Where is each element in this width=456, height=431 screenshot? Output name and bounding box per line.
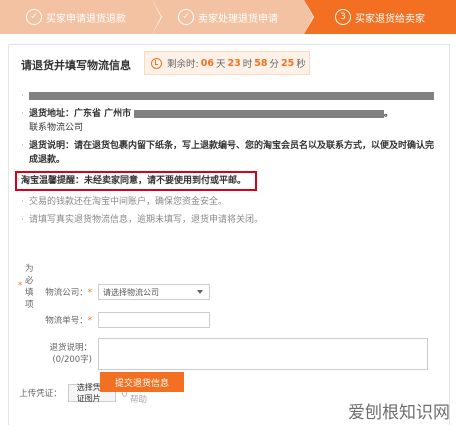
step-1-label: 买家申请退货退款 <box>46 13 126 25</box>
tracking-number-input[interactable] <box>98 312 210 328</box>
watermark: 爱刨根知识网 <box>348 403 450 423</box>
step-3: 3 买家退货给卖家 <box>304 0 456 34</box>
tip-fill-info: 请填写真实退货物流信息，逾期未填写，退货申请将关闭。 <box>21 213 441 227</box>
page-title: 请退货并填写物流信息 <box>21 59 131 72</box>
return-description-textarea[interactable] <box>98 338 428 370</box>
address-label: 退货地址： <box>29 109 75 119</box>
timer-day-unit: 天 <box>215 59 226 70</box>
return-address: 退货地址：广东省 广州市 。 联系物流公司 <box>21 107 441 135</box>
return-note: 退货说明：请在退货包裹内留下纸条，写上退款编号、您的淘宝会员名以及联系方式，以便… <box>21 139 441 167</box>
address-value: 广东省 广州市 <box>74 109 132 119</box>
tracking-label: 物流单号：* <box>45 316 92 326</box>
carrier-select-value: 请选择物流公司 <box>103 287 159 297</box>
chevron-down-icon <box>197 290 203 294</box>
desc-row: 退货说明： (0/200字) <box>12 338 428 370</box>
countdown-timer: 剩余时: 06 天 23 时 58 分 25 秒 <box>144 51 310 75</box>
step-1: ✓ 买家申请退货退款 <box>0 0 162 34</box>
return-info-list: 退货地址：广东省 广州市 。 联系物流公司 退货说明：请在退货包裹内留下纸条，写… <box>15 89 441 231</box>
timer-hour-unit: 时 <box>242 59 253 70</box>
step-number-icon: 3 <box>335 9 351 25</box>
warning-value: 未经卖家同意，请不要使用到付或平邮。 <box>84 176 247 186</box>
redacted-block <box>29 91 434 100</box>
carrier-label: 物流公司：* <box>45 288 92 298</box>
timer-second-unit: 秒 <box>296 59 306 70</box>
progress-steps: ✓ 买家申请退货退款 ✓ 卖家处理退货申请 3 买家退货给卖家 <box>0 0 456 34</box>
address-tail: 。 <box>384 109 394 119</box>
timer-hours: 23 <box>227 57 241 69</box>
tip-fund-safety: 交易的钱款还在淘宝中间账户，确保您资金安全。 <box>21 195 441 209</box>
upload-label: 上传凭证： <box>19 389 62 399</box>
step-2-label: 卖家处理退货申请 <box>198 13 278 25</box>
timer-days: 06 <box>200 57 214 69</box>
timer-seconds: 25 <box>280 57 295 69</box>
carrier-row: 物流公司：* 请选择物流公司 <box>12 284 210 300</box>
clock-icon <box>151 57 162 69</box>
redacted-line <box>21 89 441 103</box>
timer-minute-unit: 分 <box>269 59 279 70</box>
redacted-block <box>134 109 385 118</box>
submit-return-button[interactable]: 提交退货信息 <box>100 372 184 392</box>
warning-box: 淘宝温馨提醒：未经卖家同意，请不要使用到付或平邮。 <box>15 171 257 191</box>
check-icon: ✓ <box>26 9 42 25</box>
check-icon: ✓ <box>178 9 194 25</box>
contact-text: 联系物流公司 <box>29 123 84 133</box>
step-2: ✓ 卖家处理退货申请 <box>152 0 314 34</box>
timer-prefix: 剩余时: <box>167 59 199 70</box>
timer-minutes: 58 <box>254 57 268 69</box>
desc-count: (0/200字) <box>52 355 92 365</box>
warning-label: 淘宝温馨提醒： <box>21 176 85 186</box>
carrier-select[interactable]: 请选择物流公司 <box>98 284 210 300</box>
step-3-label: 买家退货给卖家 <box>355 13 425 25</box>
desc-label: 退货说明： (0/200字) <box>49 343 92 365</box>
tracking-row: 物流单号：* <box>12 312 210 328</box>
note-value: 请在退货包裹内留下纸条，写上退款编号、您的淘宝会员名以及联系方式，以便及时确认完… <box>29 141 435 165</box>
note-label: 退货说明： <box>29 141 75 151</box>
